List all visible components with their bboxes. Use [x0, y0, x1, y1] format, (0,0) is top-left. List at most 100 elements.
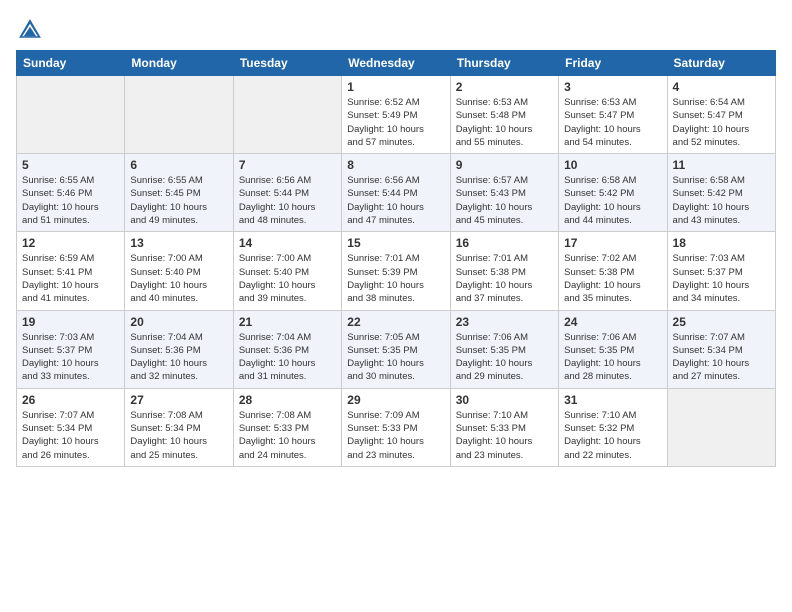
- day-info: Sunrise: 7:05 AM Sunset: 5:35 PM Dayligh…: [347, 331, 444, 384]
- calendar-cell: [125, 76, 233, 154]
- weekday-header: Thursday: [450, 51, 558, 76]
- day-info: Sunrise: 6:56 AM Sunset: 5:44 PM Dayligh…: [239, 174, 336, 227]
- day-number: 3: [564, 80, 661, 94]
- calendar-cell: 1 Sunrise: 6:52 AM Sunset: 5:49 PM Daylig…: [342, 76, 450, 154]
- day-info: Sunrise: 7:09 AM Sunset: 5:33 PM Dayligh…: [347, 409, 444, 462]
- day-number: 27: [130, 393, 227, 407]
- day-info: Sunrise: 6:54 AM Sunset: 5:47 PM Dayligh…: [673, 96, 770, 149]
- day-number: 10: [564, 158, 661, 172]
- day-number: 26: [22, 393, 119, 407]
- day-info: Sunrise: 7:01 AM Sunset: 5:38 PM Dayligh…: [456, 252, 553, 305]
- calendar-cell: 21 Sunrise: 7:04 AM Sunset: 5:36 PM Dayli…: [233, 310, 341, 388]
- day-number: 6: [130, 158, 227, 172]
- calendar-week-row: 26 Sunrise: 7:07 AM Sunset: 5:34 PM Dayli…: [17, 388, 776, 466]
- day-number: 7: [239, 158, 336, 172]
- calendar-week-row: 19Sunrise: 7:03 AM Sunset: 5:37 PM Dayli…: [17, 310, 776, 388]
- day-number: 15: [347, 236, 444, 250]
- day-info: Sunrise: 7:02 AM Sunset: 5:38 PM Dayligh…: [564, 252, 661, 305]
- calendar-cell: 14 Sunrise: 7:00 AM Sunset: 5:40 PM Dayli…: [233, 232, 341, 310]
- day-number: 21: [239, 315, 336, 329]
- calendar-cell: 24Sunrise: 7:06 AM Sunset: 5:35 PM Dayli…: [559, 310, 667, 388]
- day-number: 14: [239, 236, 336, 250]
- weekday-header: Tuesday: [233, 51, 341, 76]
- calendar-cell: 6 Sunrise: 6:55 AM Sunset: 5:45 PM Daylig…: [125, 154, 233, 232]
- calendar-cell: 8Sunrise: 6:56 AM Sunset: 5:44 PM Daylig…: [342, 154, 450, 232]
- weekday-header: Friday: [559, 51, 667, 76]
- day-info: Sunrise: 7:06 AM Sunset: 5:35 PM Dayligh…: [456, 331, 553, 384]
- calendar-cell: 19Sunrise: 7:03 AM Sunset: 5:37 PM Dayli…: [17, 310, 125, 388]
- day-info: Sunrise: 6:57 AM Sunset: 5:43 PM Dayligh…: [456, 174, 553, 227]
- day-number: 28: [239, 393, 336, 407]
- day-number: 23: [456, 315, 553, 329]
- day-number: 20: [130, 315, 227, 329]
- day-info: Sunrise: 7:01 AM Sunset: 5:39 PM Dayligh…: [347, 252, 444, 305]
- calendar-cell: 23 Sunrise: 7:06 AM Sunset: 5:35 PM Dayli…: [450, 310, 558, 388]
- calendar-cell: 2 Sunrise: 6:53 AM Sunset: 5:48 PM Daylig…: [450, 76, 558, 154]
- calendar-cell: 5Sunrise: 6:55 AM Sunset: 5:46 PM Daylig…: [17, 154, 125, 232]
- calendar-week-row: 1 Sunrise: 6:52 AM Sunset: 5:49 PM Daylig…: [17, 76, 776, 154]
- day-info: Sunrise: 7:00 AM Sunset: 5:40 PM Dayligh…: [239, 252, 336, 305]
- logo: [16, 16, 48, 44]
- day-info: Sunrise: 7:04 AM Sunset: 5:36 PM Dayligh…: [130, 331, 227, 384]
- day-number: 30: [456, 393, 553, 407]
- weekday-header: Monday: [125, 51, 233, 76]
- calendar-cell: 31 Sunrise: 7:10 AM Sunset: 5:32 PM Dayli…: [559, 388, 667, 466]
- calendar-cell: 22 Sunrise: 7:05 AM Sunset: 5:35 PM Dayli…: [342, 310, 450, 388]
- weekday-header: Wednesday: [342, 51, 450, 76]
- day-info: Sunrise: 7:07 AM Sunset: 5:34 PM Dayligh…: [673, 331, 770, 384]
- day-info: Sunrise: 7:00 AM Sunset: 5:40 PM Dayligh…: [130, 252, 227, 305]
- weekday-header: Saturday: [667, 51, 775, 76]
- calendar-cell: 16Sunrise: 7:01 AM Sunset: 5:38 PM Dayli…: [450, 232, 558, 310]
- day-number: 25: [673, 315, 770, 329]
- weekday-header-row: SundayMondayTuesdayWednesdayThursdayFrid…: [17, 51, 776, 76]
- day-number: 19: [22, 315, 119, 329]
- day-info: Sunrise: 6:56 AM Sunset: 5:44 PM Dayligh…: [347, 174, 444, 227]
- day-info: Sunrise: 6:53 AM Sunset: 5:48 PM Dayligh…: [456, 96, 553, 149]
- calendar-cell: [667, 388, 775, 466]
- calendar-cell: 29 Sunrise: 7:09 AM Sunset: 5:33 PM Dayli…: [342, 388, 450, 466]
- day-info: Sunrise: 6:55 AM Sunset: 5:45 PM Dayligh…: [130, 174, 227, 227]
- day-info: Sunrise: 7:06 AM Sunset: 5:35 PM Dayligh…: [564, 331, 661, 384]
- calendar-cell: 20 Sunrise: 7:04 AM Sunset: 5:36 PM Dayli…: [125, 310, 233, 388]
- calendar-cell: 30Sunrise: 7:10 AM Sunset: 5:33 PM Dayli…: [450, 388, 558, 466]
- day-info: Sunrise: 6:58 AM Sunset: 5:42 PM Dayligh…: [564, 174, 661, 227]
- logo-icon: [16, 16, 44, 44]
- day-number: 13: [130, 236, 227, 250]
- calendar-cell: 3 Sunrise: 6:53 AM Sunset: 5:47 PM Daylig…: [559, 76, 667, 154]
- calendar-cell: 28Sunrise: 7:08 AM Sunset: 5:33 PM Dayli…: [233, 388, 341, 466]
- calendar-cell: 13 Sunrise: 7:00 AM Sunset: 5:40 PM Dayli…: [125, 232, 233, 310]
- calendar-cell: 11Sunrise: 6:58 AM Sunset: 5:42 PM Dayli…: [667, 154, 775, 232]
- day-info: Sunrise: 7:08 AM Sunset: 5:34 PM Dayligh…: [130, 409, 227, 462]
- calendar-cell: 25 Sunrise: 7:07 AM Sunset: 5:34 PM Dayli…: [667, 310, 775, 388]
- page-header: [16, 16, 776, 44]
- calendar-week-row: 12Sunrise: 6:59 AM Sunset: 5:41 PM Dayli…: [17, 232, 776, 310]
- day-info: Sunrise: 7:04 AM Sunset: 5:36 PM Dayligh…: [239, 331, 336, 384]
- day-number: 9: [456, 158, 553, 172]
- calendar-cell: 7 Sunrise: 6:56 AM Sunset: 5:44 PM Daylig…: [233, 154, 341, 232]
- day-number: 29: [347, 393, 444, 407]
- day-number: 18: [673, 236, 770, 250]
- day-info: Sunrise: 7:07 AM Sunset: 5:34 PM Dayligh…: [22, 409, 119, 462]
- weekday-header: Sunday: [17, 51, 125, 76]
- calendar-week-row: 5Sunrise: 6:55 AM Sunset: 5:46 PM Daylig…: [17, 154, 776, 232]
- calendar-cell: 10 Sunrise: 6:58 AM Sunset: 5:42 PM Dayli…: [559, 154, 667, 232]
- day-info: Sunrise: 6:58 AM Sunset: 5:42 PM Dayligh…: [673, 174, 770, 227]
- calendar-cell: 26 Sunrise: 7:07 AM Sunset: 5:34 PM Dayli…: [17, 388, 125, 466]
- calendar: SundayMondayTuesdayWednesdayThursdayFrid…: [16, 50, 776, 467]
- day-number: 1: [347, 80, 444, 94]
- day-info: Sunrise: 6:53 AM Sunset: 5:47 PM Dayligh…: [564, 96, 661, 149]
- calendar-cell: 17Sunrise: 7:02 AM Sunset: 5:38 PM Dayli…: [559, 232, 667, 310]
- calendar-cell: 18Sunrise: 7:03 AM Sunset: 5:37 PM Dayli…: [667, 232, 775, 310]
- day-number: 31: [564, 393, 661, 407]
- calendar-cell: [233, 76, 341, 154]
- day-number: 4: [673, 80, 770, 94]
- day-info: Sunrise: 7:10 AM Sunset: 5:32 PM Dayligh…: [564, 409, 661, 462]
- day-info: Sunrise: 6:52 AM Sunset: 5:49 PM Dayligh…: [347, 96, 444, 149]
- calendar-cell: 9 Sunrise: 6:57 AM Sunset: 5:43 PM Daylig…: [450, 154, 558, 232]
- day-info: Sunrise: 6:55 AM Sunset: 5:46 PM Dayligh…: [22, 174, 119, 227]
- day-number: 22: [347, 315, 444, 329]
- day-number: 2: [456, 80, 553, 94]
- day-info: Sunrise: 6:59 AM Sunset: 5:41 PM Dayligh…: [22, 252, 119, 305]
- calendar-cell: 12Sunrise: 6:59 AM Sunset: 5:41 PM Dayli…: [17, 232, 125, 310]
- calendar-cell: 27 Sunrise: 7:08 AM Sunset: 5:34 PM Dayli…: [125, 388, 233, 466]
